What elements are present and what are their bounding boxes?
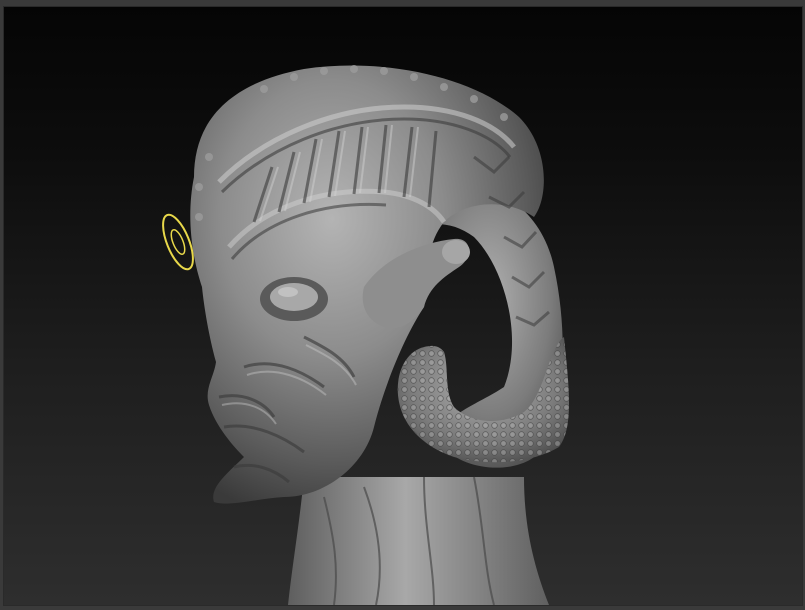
zbrush-window xyxy=(0,0,805,610)
neck xyxy=(288,477,549,605)
brush-cursor-icon[interactable] xyxy=(160,209,200,275)
eye xyxy=(270,283,318,311)
sculpted-creature-head[interactable] xyxy=(4,7,802,605)
document-canvas[interactable] xyxy=(3,6,803,606)
